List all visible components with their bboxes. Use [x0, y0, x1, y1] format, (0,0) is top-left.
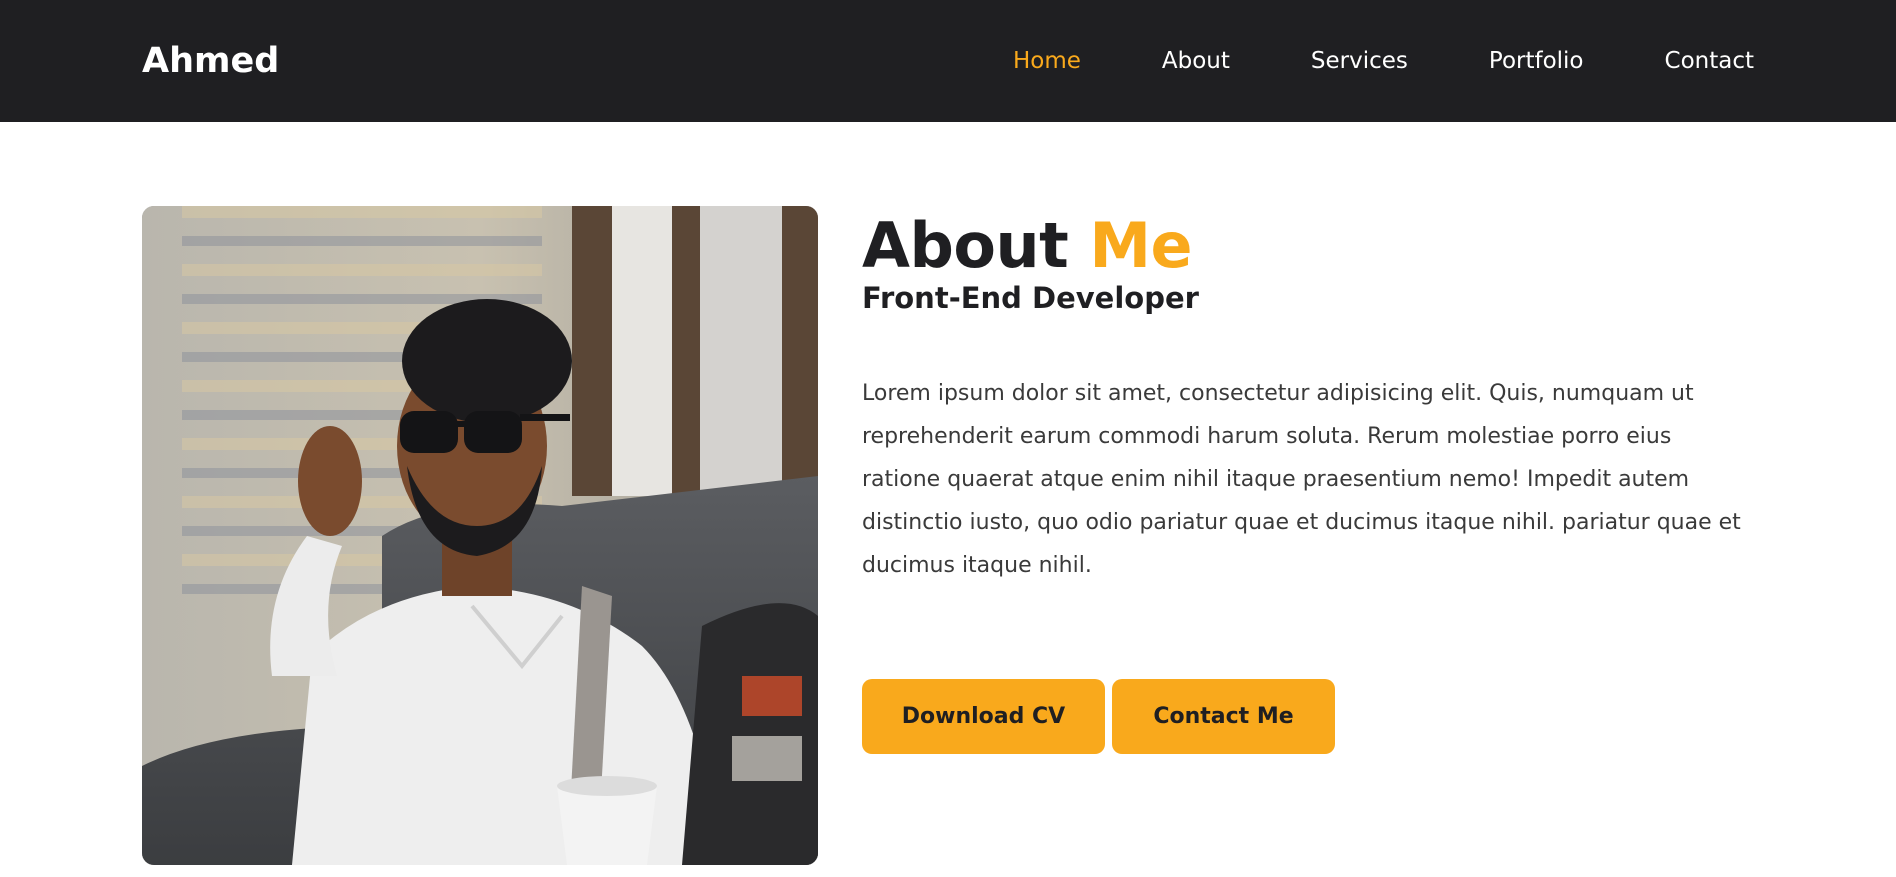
profile-photo [142, 206, 818, 865]
nav-link-portfolio[interactable]: Portfolio [1489, 46, 1584, 76]
about-title-main: About [862, 209, 1069, 282]
nav-link-contact[interactable]: Contact [1665, 46, 1754, 76]
nav-link-about[interactable]: About [1162, 46, 1230, 76]
about-paragraph: Lorem ipsum dolor sit amet, consectetur … [862, 381, 1741, 578]
nav-link-services[interactable]: Services [1311, 46, 1408, 76]
contact-me-button[interactable]: Contact Me [1112, 679, 1335, 754]
about-section: About Me Front-End Developer Lorem ipsum… [862, 206, 1762, 587]
about-title: About Me [862, 206, 1762, 286]
about-title-accent: Me [1089, 209, 1193, 282]
profile-photo-illustration [142, 206, 818, 865]
download-cv-button[interactable]: Download CV [862, 679, 1105, 754]
site-logo[interactable]: Ahmed [142, 38, 279, 84]
about-buttons: Download CV Contact Me [862, 679, 1335, 754]
nav-links: Home About Services Portfolio Contact [932, 46, 1754, 76]
about-subtitle: Front-End Developer [862, 281, 1199, 315]
navbar: Ahmed Home About Services Portfolio Cont… [0, 0, 1896, 122]
nav-link-home[interactable]: Home [1013, 46, 1081, 76]
